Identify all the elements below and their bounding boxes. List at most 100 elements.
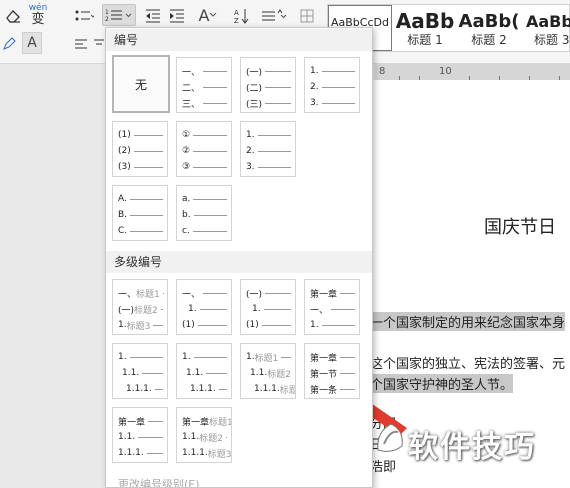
style-heading2-label: 标题 2 xyxy=(471,33,507,47)
style-heading2[interactable]: AaBb( 标题 2 xyxy=(458,5,520,51)
tile-heading-text: 标题1 xyxy=(136,289,160,300)
tile-marker: 1.1. xyxy=(118,432,136,442)
clear-format-button[interactable] xyxy=(2,5,24,27)
align-left-icon xyxy=(75,39,87,49)
numbering-none-tile[interactable]: 无 xyxy=(112,55,170,113)
increase-indent-button[interactable] xyxy=(166,5,188,27)
tile-rule xyxy=(218,388,227,390)
tile-marker: (一) xyxy=(118,305,135,316)
bullet-list-icon xyxy=(75,10,94,21)
multilevel-style-tile[interactable]: 一、 1. (1) xyxy=(176,279,232,335)
pinyin-guide-button[interactable]: wén 变 xyxy=(27,2,49,28)
numbering-style-tile[interactable]: 1. 2. 3. xyxy=(304,57,360,113)
change-level-menu-item[interactable]: 更改编号级别(E) xyxy=(106,476,372,487)
tile-rule xyxy=(129,356,163,358)
multilevel-style-tile[interactable]: 1. 1.1. 1.1.1. xyxy=(112,343,168,399)
numbering-style-tile[interactable]: (一) (二) (三) xyxy=(240,57,296,113)
svg-text:2: 2 xyxy=(105,16,109,22)
style-heading3-label: 标题 3 xyxy=(534,33,570,47)
multilevel-style-tile[interactable]: 1.标题11.1.标题21.1.1.标题3 xyxy=(240,343,296,399)
tile-line: ② xyxy=(182,144,227,158)
tile-marker: 第一节 xyxy=(310,369,338,380)
multilevel-style-tile[interactable]: 第一章 1.1. 1.1.1. xyxy=(112,407,168,463)
tile-line: 一、 xyxy=(182,286,227,300)
bullet-list-button[interactable] xyxy=(72,5,96,27)
tile-marker: 一、 xyxy=(310,305,329,316)
numbering-style-tile[interactable]: 一、 二、 三、 xyxy=(176,57,232,113)
tile-marker: (3) xyxy=(118,162,131,172)
tile-line: (1) xyxy=(118,128,163,142)
numbering-style-tile[interactable]: a. b. c. xyxy=(176,185,232,241)
sort-button[interactable]: AZ xyxy=(230,5,252,27)
tile-line: (二) xyxy=(246,80,291,94)
tile-rule xyxy=(281,356,291,358)
align-left-button[interactable] xyxy=(72,34,90,56)
multilevel-style-tile[interactable]: 1. 1.1. 1.1.1. xyxy=(176,343,232,399)
horizontal-ruler: 8 10 xyxy=(375,64,570,80)
tile-marker: 3. xyxy=(310,98,319,108)
tile-rule xyxy=(265,86,291,88)
tile-line: 1. xyxy=(118,350,163,364)
tile-line: 1. xyxy=(182,350,227,364)
numbering-button[interactable]: 12 xyxy=(102,4,136,26)
tile-marker: 3. xyxy=(246,162,255,172)
indent-icon xyxy=(170,9,184,23)
tile-line: 一、 xyxy=(182,64,227,78)
style-heading1-label: 标题 1 xyxy=(407,33,443,47)
tile-heading-text: 标题2 xyxy=(267,369,291,380)
multilevel-style-tile[interactable]: 第一章 一、 1. xyxy=(304,279,360,335)
multilevel-style-tile[interactable]: 第一章 标题1 1.1. 标题2 1.1.1. 标题3 xyxy=(176,407,232,463)
dropdown-caret-icon xyxy=(210,12,217,17)
line-spacing-button[interactable] xyxy=(260,5,288,27)
style-heading3[interactable]: AaBb 标题 3 xyxy=(522,5,570,51)
svg-text:Z: Z xyxy=(234,17,239,24)
eraser-icon xyxy=(6,10,20,23)
align-center-button[interactable] xyxy=(94,34,104,56)
tile-heading-text: 标题1 xyxy=(254,353,279,364)
watermark-text: 软件技巧 xyxy=(408,430,536,465)
tile-rule xyxy=(321,324,355,326)
tile-rule xyxy=(192,230,227,232)
style-heading1[interactable]: AaBb 标题 1 xyxy=(394,5,456,51)
tile-line: (一) xyxy=(246,64,291,78)
borders-button[interactable] xyxy=(296,5,318,27)
pinyin-char: 变 xyxy=(31,12,45,27)
multilevel-style-tile[interactable]: 第一章 第一节 第一条 xyxy=(304,343,360,399)
numbering-style-tile[interactable]: ① ② ③ xyxy=(176,121,232,177)
tile-marker: 第一章 xyxy=(182,417,210,428)
tile-line: 1.1. 标题2 xyxy=(250,366,291,380)
tile-rule xyxy=(130,214,163,216)
tile-heading-text: 标题3 xyxy=(207,449,232,460)
tile-marker: 二、 xyxy=(182,83,201,94)
tile-rule xyxy=(193,166,227,168)
tile-line: 1.1. 标题2 xyxy=(182,430,227,444)
font-color-button[interactable]: A xyxy=(22,32,42,54)
tile-line: (2) xyxy=(118,144,163,158)
tile-line: ① xyxy=(182,128,227,142)
decrease-indent-button[interactable] xyxy=(142,5,164,27)
tile-rule xyxy=(206,372,227,374)
tile-marker: 第一章 xyxy=(310,353,338,364)
tile-heading-text: 标题1 xyxy=(209,417,232,428)
multilevel-style-tile[interactable]: 一、 标题1 (一) 标题2 1. 标题3 xyxy=(112,279,168,335)
tile-rule xyxy=(130,230,163,232)
tile-marker: C. xyxy=(118,226,128,236)
text-effects-button[interactable]: A xyxy=(194,4,222,26)
numbering-style-tile[interactable]: 1. 2. 3. xyxy=(240,121,296,177)
numbering-style-tile[interactable]: (1) (2) (3) xyxy=(112,121,168,177)
tile-marker: (三) xyxy=(246,99,263,110)
numbering-style-tile[interactable]: A. B. C. xyxy=(112,185,168,241)
tile-rule xyxy=(146,452,163,454)
tile-rule xyxy=(193,134,227,136)
tile-line: 1.1.1.标题3 xyxy=(182,446,231,460)
tile-marker: A. xyxy=(118,194,127,204)
tile-rule xyxy=(203,102,227,104)
tile-rule xyxy=(129,198,163,200)
tile-marker: 2. xyxy=(310,82,319,92)
tile-line: 第一章 标题1 xyxy=(182,414,231,428)
style-heading2-sample: AaBb( xyxy=(458,11,520,32)
tile-rule xyxy=(199,308,227,310)
multilevel-style-tile[interactable]: (一) 1. (1) xyxy=(240,279,296,335)
highlight-button[interactable] xyxy=(0,33,18,55)
tile-marker: (2) xyxy=(118,146,131,156)
